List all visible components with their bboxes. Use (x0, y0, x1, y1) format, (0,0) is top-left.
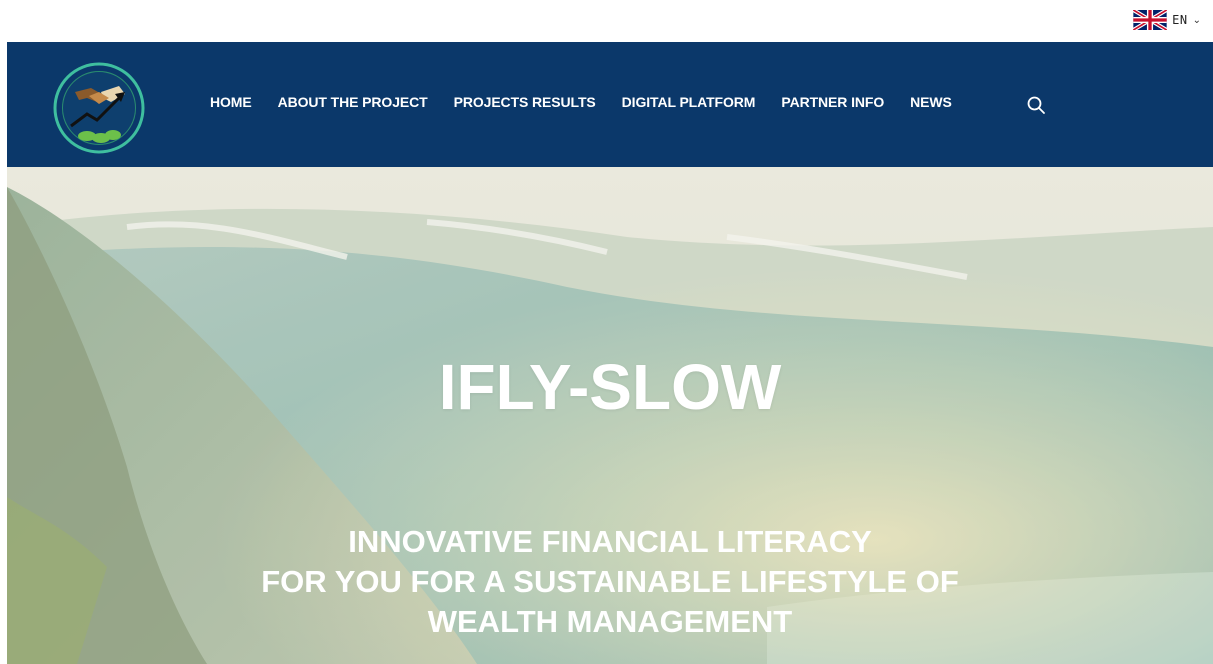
hero-subtitle: INNOVATIVE FINANCIAL LITERACY FOR YOU FO… (7, 522, 1213, 642)
language-selector[interactable]: EN ⌄ (1133, 10, 1201, 30)
uk-flag-icon (1133, 10, 1168, 30)
hero-title: IFLY-SLOW (438, 351, 782, 423)
nav-item-projects-results[interactable]: PROJECTS RESULTS (454, 94, 596, 110)
main-menu: HOME ABOUT THE PROJECT PROJECTS RESULTS … (210, 94, 978, 110)
hero-subtitle-line: INNOVATIVE FINANCIAL LITERACY (348, 524, 872, 559)
hero-subtitle-line: WEALTH MANAGEMENT (427, 604, 793, 639)
hero-banner: IFLY-SLOW INNOVATIVE FINANCIAL LITERACY … (7, 167, 1213, 664)
search-icon[interactable] (1026, 95, 1046, 115)
nav-item-digital-platform[interactable]: DIGITAL PLATFORM (622, 94, 756, 110)
site-logo[interactable] (53, 62, 145, 154)
main-navbar: HOME ABOUT THE PROJECT PROJECTS RESULTS … (7, 42, 1213, 167)
top-utility-bar: EN ⌄ (0, 0, 1213, 42)
nav-item-partner-info[interactable]: PARTNER INFO (781, 94, 884, 110)
hero-subtitle-line: FOR YOU FOR A SUSTAINABLE LIFESTYLE OF (261, 564, 959, 599)
nav-item-news[interactable]: NEWS (910, 94, 952, 110)
language-code: EN (1172, 13, 1188, 27)
nav-item-home[interactable]: HOME (210, 94, 252, 110)
nav-item-about-the-project[interactable]: ABOUT THE PROJECT (278, 94, 428, 110)
chevron-down-icon: ⌄ (1192, 14, 1201, 26)
